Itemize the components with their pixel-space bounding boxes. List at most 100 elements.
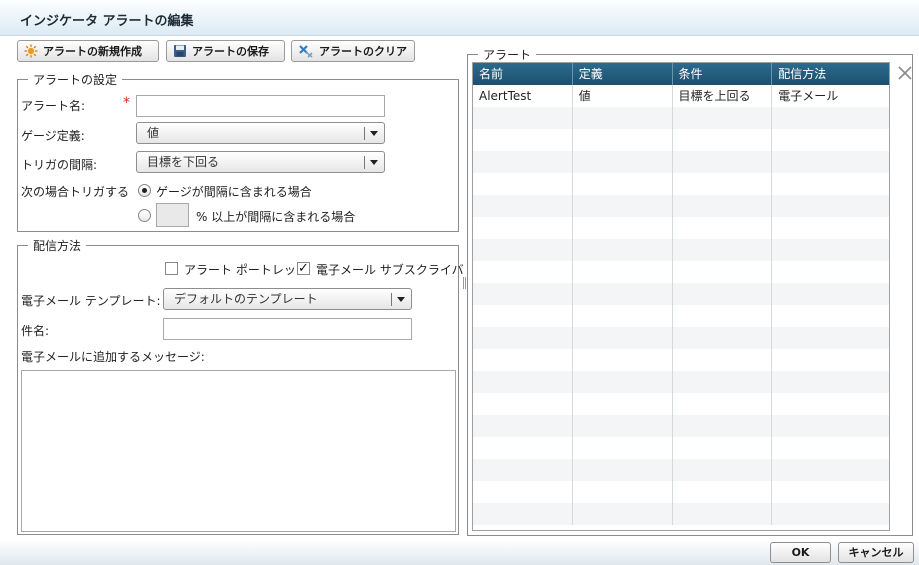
cell-empty (473, 261, 573, 283)
cell-empty (473, 503, 573, 525)
table-row-empty (473, 503, 889, 525)
table-row-empty (473, 481, 889, 503)
save-alert-button[interactable]: アラートの保存 (166, 40, 285, 62)
table-body: AlertTest 値目標を上回る 電子メール (473, 85, 889, 525)
cell-empty (673, 217, 773, 239)
trigger-interval-select[interactable]: 目標を下回る (136, 151, 385, 173)
cell-empty (772, 173, 889, 195)
cell-empty (573, 283, 673, 305)
close-icon[interactable] (898, 66, 912, 80)
email-checkbox-label: 電子メール サブスクライバ (316, 263, 464, 277)
cell-empty (772, 503, 889, 525)
save-alert-label: アラートの保存 (192, 45, 269, 58)
alerts-table: 名前 定義 条件 配信方法 AlertTest 値目標を上回る 電子メール (472, 62, 890, 531)
cell-empty (673, 481, 773, 503)
gauge-definition-select[interactable]: 値 (136, 122, 385, 144)
email-template-select[interactable]: デフォルトのテンプレート (163, 288, 412, 310)
cell-empty (772, 239, 889, 261)
dialog-title: インジケータ アラートの編集 (20, 14, 194, 29)
email-checkbox[interactable]: ✓ (297, 262, 310, 275)
new-alert-label: アラートの新規作成 (43, 45, 142, 58)
trigger-interval-label: トリガの間隔: (21, 158, 98, 172)
cell-name: AlertTest (473, 85, 573, 107)
table-row-empty (473, 349, 889, 371)
message-textarea[interactable] (21, 370, 456, 532)
cell-empty (473, 327, 573, 349)
radio-percent[interactable] (138, 209, 151, 222)
cell-empty (473, 239, 573, 261)
new-alert-button[interactable]: アラートの新規作成 (17, 40, 159, 62)
table-row-empty (473, 195, 889, 217)
gauge-definition-value: 値 (147, 126, 160, 140)
cell-empty (772, 151, 889, 173)
trigger-interval-value: 目標を下回る (147, 155, 220, 169)
cell-empty (573, 437, 673, 459)
cell-empty (772, 327, 889, 349)
subject-input[interactable] (163, 318, 412, 340)
cell-empty (673, 415, 773, 437)
cell-empty (673, 437, 773, 459)
cell-empty (473, 393, 573, 415)
cell-empty (673, 129, 773, 151)
cell-empty (673, 107, 773, 129)
cell-empty (473, 173, 573, 195)
cell-empty (673, 195, 773, 217)
sun-icon (24, 44, 38, 58)
table-row-empty (473, 261, 889, 283)
table-row-empty (473, 305, 889, 327)
column-header-name[interactable]: 名前 (473, 63, 573, 85)
cell-empty (573, 195, 673, 217)
alert-name-input[interactable] (136, 95, 385, 117)
table-row[interactable]: AlertTest 値目標を上回る 電子メール (473, 85, 889, 107)
cell-empty (772, 261, 889, 283)
percent-input[interactable] (156, 203, 189, 227)
table-row-empty (473, 371, 889, 393)
title-bar: インジケータ アラートの編集 (0, 0, 919, 36)
cell-empty (573, 459, 673, 481)
cell-empty (673, 151, 773, 173)
clear-icon (299, 45, 313, 58)
column-header-delivery[interactable]: 配信方法 (772, 63, 889, 85)
radio-within-interval[interactable] (138, 184, 151, 197)
cell-empty (772, 349, 889, 371)
ok-button[interactable]: OK (770, 542, 831, 563)
save-icon (174, 45, 186, 57)
radio-percent-label: % 以上が間隔に含まれる場合 (196, 210, 356, 224)
cell-empty (673, 349, 773, 371)
cell-empty (473, 481, 573, 503)
cell-empty (673, 393, 773, 415)
column-header-condition[interactable]: 条件 (673, 63, 773, 85)
column-header-definition[interactable]: 定義 (573, 63, 673, 85)
alert-name-label: アラート名: (21, 99, 86, 113)
cell-empty (673, 327, 773, 349)
clear-alert-button[interactable]: アラートのクリア (291, 40, 415, 62)
cell-empty (673, 459, 773, 481)
table-row-empty (473, 151, 889, 173)
cell-empty (772, 393, 889, 415)
cell-empty (573, 503, 673, 525)
table-row-empty (473, 393, 889, 415)
chevron-down-icon (397, 297, 405, 302)
cell-empty (673, 239, 773, 261)
cell-empty (473, 459, 573, 481)
table-row-empty (473, 459, 889, 481)
cell-empty (573, 261, 673, 283)
cell-empty (772, 415, 889, 437)
cell-empty (473, 129, 573, 151)
select-divider (364, 127, 365, 140)
radio-within-interval-label: ゲージが間隔に含まれる場合 (156, 185, 312, 199)
cell-empty (772, 129, 889, 151)
table-header: 名前 定義 条件 配信方法 (473, 63, 889, 85)
cell-condition: 目標を上回る (673, 85, 773, 107)
portlet-checkbox-label: アラート ポートレット (184, 263, 308, 277)
clear-alert-label: アラートのクリア (319, 45, 407, 58)
delivery-legend: 配信方法 (33, 239, 82, 253)
portlet-checkbox[interactable] (165, 262, 178, 275)
message-label: 電子メールに追加するメッセージ: (21, 350, 205, 364)
cell-empty (573, 217, 673, 239)
cancel-button[interactable]: キャンセル (838, 542, 914, 563)
table-row-empty (473, 415, 889, 437)
cell-empty (673, 503, 773, 525)
table-row-empty (473, 437, 889, 459)
splitter-handle[interactable] (463, 277, 466, 289)
